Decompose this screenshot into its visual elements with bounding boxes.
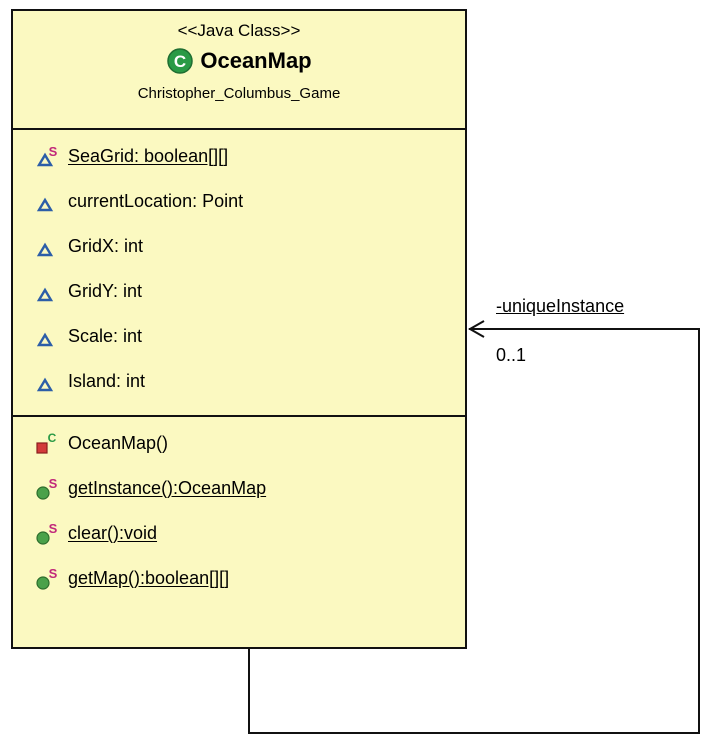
- attribute-row[interactable]: S SeaGrid: boolean[][]: [13, 134, 465, 179]
- operations-compartment: C OceanMap() SgetInstance():OceanMap Sclear…: [13, 417, 465, 601]
- attribute-label: GridX: int: [68, 236, 144, 256]
- svg-text:C: C: [48, 432, 57, 445]
- attribute-label: SeaGrid: boolean[][]: [68, 146, 229, 166]
- attribute-label: currentLocation: Point: [68, 191, 244, 211]
- class-stereotype: <<Java Class>>: [177, 21, 301, 40]
- association-line-bottom: [248, 732, 700, 734]
- operation-label: getMap():boolean[][]: [68, 568, 230, 588]
- public-method-icon: S: [34, 521, 60, 546]
- operation-row[interactable]: SgetInstance():OceanMap: [13, 466, 465, 511]
- class-package: Christopher_Columbus_Game: [137, 85, 341, 102]
- association-line-down: [248, 649, 250, 734]
- operation-label: clear():void: [68, 523, 158, 543]
- svg-text:C: C: [174, 52, 186, 71]
- operation-row[interactable]: Sclear():void: [13, 511, 465, 556]
- attribute-row[interactable]: currentLocation: Point: [13, 179, 465, 224]
- package-field-icon: [34, 280, 60, 304]
- attribute-label: GridY: int: [68, 281, 143, 301]
- class-name-row: C OceanMap: [13, 47, 465, 75]
- package-field-icon: [34, 235, 60, 259]
- private-constructor-icon: C: [34, 431, 60, 456]
- class-name: OceanMap: [200, 48, 312, 73]
- svg-text:S: S: [49, 477, 58, 491]
- association-role-label: -uniqueInstance: [496, 296, 625, 316]
- operation-row[interactable]: C OceanMap(): [13, 421, 465, 466]
- package-field-icon: [34, 190, 60, 214]
- svg-text:S: S: [49, 145, 58, 159]
- attribute-row[interactable]: GridY: int: [13, 269, 465, 314]
- svg-text:S: S: [49, 522, 58, 536]
- operation-row[interactable]: SgetMap():boolean[][]: [13, 556, 465, 601]
- public-method-icon: S: [34, 566, 60, 591]
- association-multiplicity: 0..1: [496, 345, 527, 365]
- attribute-row[interactable]: Scale: int: [13, 314, 465, 359]
- arrowhead-icon: [467, 320, 485, 338]
- public-method-icon: S: [34, 476, 60, 501]
- attribute-row[interactable]: GridX: int: [13, 224, 465, 269]
- attribute-label: Island: int: [68, 371, 146, 391]
- package-field-icon: [34, 370, 60, 394]
- class-icon: C: [166, 47, 194, 75]
- operation-label: getInstance():OceanMap: [68, 478, 267, 498]
- association-line-top: [469, 328, 700, 330]
- uml-class-box[interactable]: <<Java Class>> C OceanMap Christopher_Co…: [11, 9, 467, 649]
- svg-text:S: S: [49, 567, 58, 581]
- package-field-icon: [34, 325, 60, 349]
- attribute-row[interactable]: Island: int: [13, 359, 465, 404]
- class-header: <<Java Class>> C OceanMap Christopher_Co…: [13, 11, 465, 130]
- association-line-right: [698, 328, 700, 734]
- attributes-compartment: S SeaGrid: boolean[][] currentLocation: Po…: [13, 130, 465, 417]
- attribute-label: Scale: int: [68, 326, 143, 346]
- operation-label: OceanMap(): [68, 433, 169, 453]
- package-field-icon: S: [34, 144, 60, 169]
